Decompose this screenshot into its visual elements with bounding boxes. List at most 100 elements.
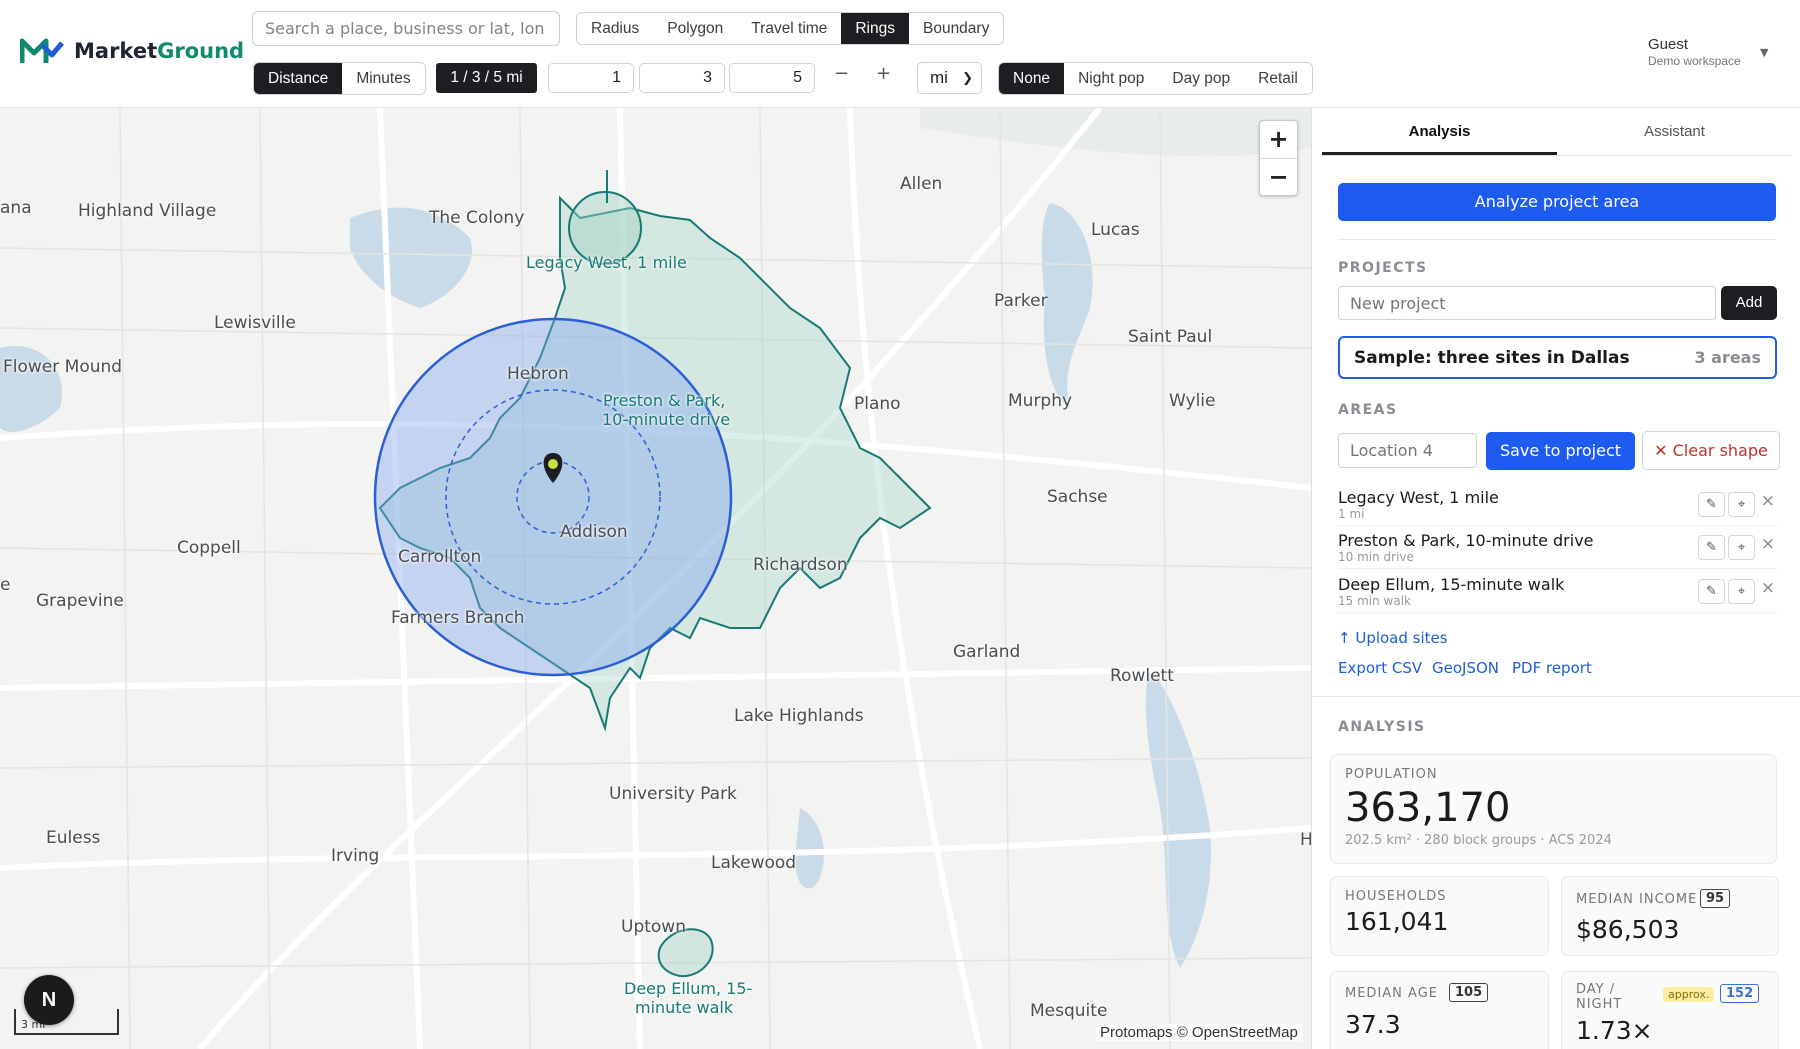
close-icon[interactable]: × <box>1761 491 1775 511</box>
close-icon[interactable]: × <box>1761 534 1775 554</box>
zoom-in-button[interactable]: + <box>1260 121 1297 158</box>
area-row[interactable]: Deep Ellum, 15-minute walk 15 min walk ✎… <box>1338 570 1777 613</box>
upload-sites-link[interactable]: ↑ Upload sites <box>1338 629 1448 647</box>
overlay-selector: None Night pop Day pop Retail <box>998 62 1313 95</box>
place-label: Garland <box>953 642 1021 662</box>
ring-remove-button[interactable]: − <box>834 63 849 84</box>
locate-icon[interactable]: ⌖ <box>1728 492 1755 517</box>
caret-down-icon: ▼ <box>1760 46 1769 59</box>
location-name-input[interactable] <box>1338 433 1477 468</box>
mode-boundary[interactable]: Boundary <box>909 13 1003 44</box>
day-night-card: DAY / NIGHT approx. 152 1.73× <box>1561 971 1779 1049</box>
export-geojson-link[interactable]: GeoJSON <box>1432 659 1499 677</box>
place-label: Euless <box>46 828 101 848</box>
unit-select[interactable]: mi ❯ <box>917 62 982 94</box>
place-label: H <box>1300 830 1311 850</box>
edit-icon[interactable]: ✎ <box>1698 535 1725 560</box>
user-workspace: Demo workspace <box>1648 54 1741 68</box>
place-label: Sachse <box>1047 487 1108 507</box>
area-label-deep-ellum-line2: minute walk <box>635 998 734 1017</box>
population-value: 363,170 <box>1345 785 1511 831</box>
map-canvas[interactable]: ana Highland Village The Colony Allen Lu… <box>0 108 1311 1049</box>
top-bar: MarketGround Radius Polygon Travel time … <box>0 0 1800 108</box>
overlay-none[interactable]: None <box>999 63 1065 94</box>
place-label: Allen <box>900 174 943 194</box>
export-csv-link[interactable]: Export CSV <box>1338 659 1422 677</box>
area-label-legacy-west: Legacy West, 1 mile <box>526 253 687 272</box>
edit-icon[interactable]: ✎ <box>1698 579 1725 604</box>
ring-input-3[interactable]: 5 <box>729 63 815 93</box>
overlay-retail[interactable]: Retail <box>1244 63 1312 94</box>
day-night-index-badge: 152 <box>1720 984 1760 1003</box>
place-label: Coppell <box>177 538 241 558</box>
panel-tabs: Analysis Assistant <box>1322 108 1792 156</box>
ring-input-2[interactable]: 3 <box>639 63 725 93</box>
place-label: Grapevine <box>36 591 124 611</box>
place-label: University Park <box>609 784 737 804</box>
area-name: Legacy West, 1 mile <box>1338 488 1499 507</box>
compass-button[interactable]: N <box>24 975 74 1025</box>
search-input[interactable] <box>252 11 560 46</box>
place-label: Irving <box>331 846 380 866</box>
projects-title: PROJECTS <box>1338 260 1428 276</box>
area-row[interactable]: Preston & Park, 10-minute drive 10 min d… <box>1338 526 1777 569</box>
place-label: Lewisville <box>214 313 296 333</box>
mode-selector: Radius Polygon Travel time Rings Boundar… <box>576 12 1005 45</box>
overlay-day-pop[interactable]: Day pop <box>1158 63 1244 94</box>
map-attribution[interactable]: Protomaps © OpenStreetMap <box>1096 1024 1302 1041</box>
close-icon[interactable]: × <box>1761 578 1775 598</box>
population-meta: 202.5 km² · 280 block groups · ACS 2024 <box>1345 833 1612 848</box>
ring-add-button[interactable]: + <box>876 63 891 84</box>
place-label: Farmers Branch <box>391 608 525 628</box>
median-income-card: MEDIAN INCOME 95 $86,503 <box>1561 876 1779 956</box>
median-age-card: MEDIAN AGE 105 37.3 <box>1330 971 1549 1049</box>
ring-type-minutes[interactable]: Minutes <box>342 63 424 94</box>
save-to-project-button[interactable]: Save to project <box>1486 432 1635 470</box>
export-pdf-link[interactable]: PDF report <box>1512 659 1592 677</box>
ring-type-selector: Distance Minutes <box>253 62 426 95</box>
mode-radius[interactable]: Radius <box>577 13 653 44</box>
add-project-button[interactable]: Add <box>1721 286 1777 320</box>
divider <box>1338 239 1776 240</box>
households-card: HOUSEHOLDS 161,041 <box>1330 876 1549 956</box>
analysis-title: ANALYSIS <box>1338 719 1426 735</box>
user-menu[interactable]: Guest Demo workspace ▼ <box>1648 36 1768 68</box>
analyze-project-button[interactable]: Analyze project area <box>1338 183 1776 221</box>
place-label: ana <box>0 198 32 218</box>
project-card[interactable]: Sample: three sites in Dallas 3 areas <box>1338 336 1777 379</box>
unit-value: mi <box>930 68 948 87</box>
median-income-value: $86,503 <box>1576 915 1680 944</box>
user-name: Guest <box>1648 36 1689 53</box>
day-night-label-line1: DAY / <box>1576 982 1616 997</box>
place-label: Mesquite <box>1030 1001 1108 1021</box>
edit-icon[interactable]: ✎ <box>1698 492 1725 517</box>
median-age-value: 37.3 <box>1345 1010 1401 1039</box>
place-label: Wylie <box>1169 391 1216 411</box>
place-label: Carrollton <box>398 547 482 567</box>
ring-type-distance[interactable]: Distance <box>254 63 343 94</box>
income-index-badge: 95 <box>1700 889 1731 908</box>
locate-icon[interactable]: ⌖ <box>1728 535 1755 560</box>
mode-polygon[interactable]: Polygon <box>653 13 737 44</box>
place-label: Rowlett <box>1110 666 1174 686</box>
area-label-preston-park-line2: 10-minute drive <box>602 410 731 429</box>
mode-rings[interactable]: Rings <box>841 13 909 44</box>
app-name: MarketGround <box>74 39 245 63</box>
place-label: Parker <box>994 291 1048 311</box>
place-label: Uptown <box>621 917 686 937</box>
overlay-night-pop[interactable]: Night pop <box>1064 63 1158 94</box>
clear-shape-button[interactable]: ✕ Clear shape <box>1642 431 1780 470</box>
divider <box>1312 696 1800 697</box>
tab-assistant[interactable]: Assistant <box>1557 108 1792 155</box>
ring-preset-chip[interactable]: 1 / 3 / 5 mi <box>436 63 537 93</box>
app-logo[interactable]: MarketGround <box>20 37 244 65</box>
mode-travel-time[interactable]: Travel time <box>737 13 841 44</box>
zoom-out-button[interactable]: − <box>1260 158 1297 195</box>
place-label: Highland Village <box>78 201 217 221</box>
new-project-input[interactable] <box>1338 286 1716 320</box>
locate-icon[interactable]: ⌖ <box>1728 579 1755 604</box>
area-row[interactable]: Legacy West, 1 mile 1 mi ✎ ⌖ × <box>1338 483 1777 526</box>
area-name: Preston & Park, 10-minute drive <box>1338 531 1594 550</box>
ring-input-1[interactable]: 1 <box>548 63 634 93</box>
tab-analysis[interactable]: Analysis <box>1322 108 1557 155</box>
